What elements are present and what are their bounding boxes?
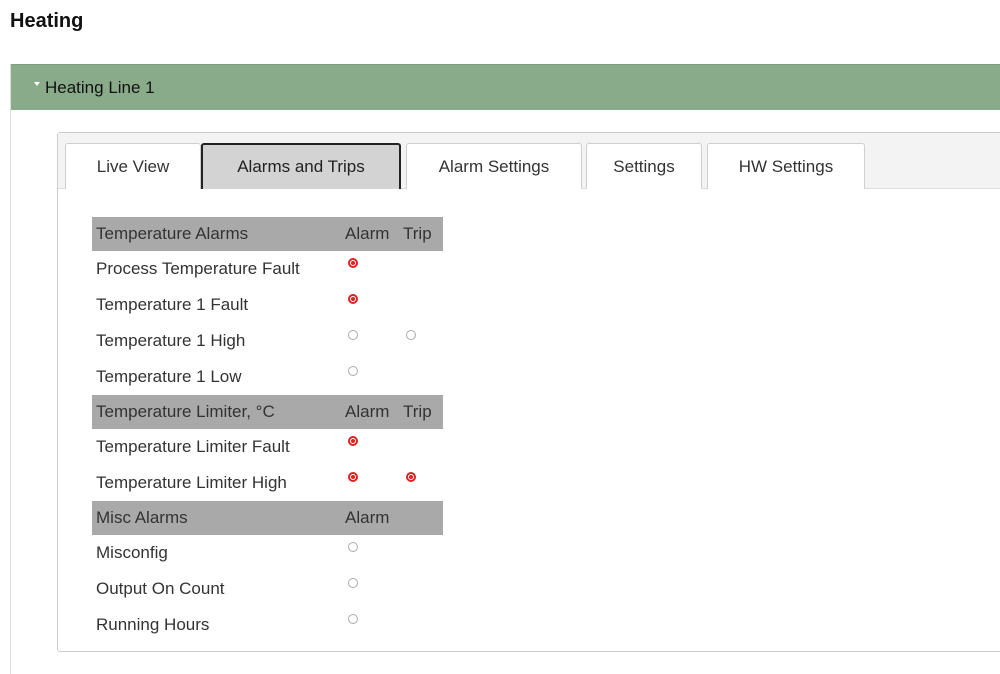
alarm-indicator[interactable] [348, 542, 358, 552]
section-header: Temperature Limiter, °C Alarm Trip [92, 395, 443, 429]
alarm-label: Temperature 1 Fault [96, 295, 249, 314]
trip-cell [401, 607, 443, 643]
trip-cell [401, 429, 443, 465]
alarm-indicator[interactable] [348, 578, 358, 588]
section-header: Temperature Alarms Alarm Trip [92, 217, 443, 251]
tab-live-view[interactable]: Live View [65, 143, 201, 189]
trip-column-header: Trip [401, 395, 443, 429]
alarm-label: Temperature 1 High [96, 331, 246, 350]
alarm-cell [343, 465, 401, 501]
alarm-cell [343, 571, 401, 607]
trip-cell [401, 323, 443, 359]
trip-cell [401, 465, 443, 501]
heating-line-panel: Heating Line 1 Live View Alarms and Trip… [10, 64, 1000, 674]
alarms-table: Temperature Alarms Alarm Trip Process Tempe… [92, 217, 443, 643]
panel-header-toggle[interactable]: Heating Line 1 [11, 64, 1000, 110]
alarm-cell [343, 323, 401, 359]
trip-indicator[interactable] [406, 472, 416, 482]
alarm-label: Temperature Limiter Fault [96, 437, 290, 456]
alarm-row: Temperature 1 High [92, 323, 443, 359]
alarm-column-header: Alarm [343, 217, 401, 251]
alarm-cell [343, 251, 401, 287]
alarm-indicator[interactable] [348, 366, 358, 376]
trip-cell [401, 571, 443, 607]
trip-indicator[interactable] [406, 330, 416, 340]
alarm-row: Temperature Limiter High [92, 465, 443, 501]
alarm-indicator[interactable] [348, 258, 358, 268]
alarm-column-header: Alarm [343, 395, 401, 429]
alarm-cell [343, 429, 401, 465]
tab-alarm-settings[interactable]: Alarm Settings [406, 143, 582, 189]
alarm-row: Process Temperature Fault [92, 251, 443, 287]
trip-cell [401, 535, 443, 571]
trip-cell [401, 251, 443, 287]
alarm-row: Temperature 1 Fault [92, 287, 443, 323]
alarm-row: Output On Count [92, 571, 443, 607]
alarm-label: Output On Count [96, 579, 225, 598]
section-title: Temperature Limiter, °C [92, 395, 343, 429]
section-title: Temperature Alarms [92, 217, 343, 251]
alarm-column-header: Alarm [343, 501, 401, 535]
alarm-label: Running Hours [96, 615, 210, 634]
trip-cell [401, 287, 443, 323]
alarm-indicator[interactable] [348, 472, 358, 482]
alarm-indicator[interactable] [348, 330, 358, 340]
page-title: Heating [10, 10, 84, 32]
alarm-row: Temperature 1 Low [92, 359, 443, 395]
alarm-indicator[interactable] [348, 294, 358, 304]
trip-column-header [401, 501, 443, 535]
alarm-label: Misconfig [96, 543, 168, 562]
caret-down-icon [34, 81, 40, 86]
alarm-cell [343, 607, 401, 643]
trip-column-header: Trip [401, 217, 443, 251]
tab-settings[interactable]: Settings [586, 143, 702, 189]
alarm-indicator[interactable] [348, 614, 358, 624]
alarm-row: Temperature Limiter Fault [92, 429, 443, 465]
alarm-label: Temperature 1 Low [96, 367, 242, 386]
alarm-cell [343, 535, 401, 571]
panel-title: Heating Line 1 [45, 77, 155, 97]
section-header: Misc Alarms Alarm [92, 501, 443, 535]
section-title: Misc Alarms [92, 501, 343, 535]
alarm-indicator[interactable] [348, 436, 358, 446]
alarm-cell [343, 359, 401, 395]
alarm-label: Process Temperature Fault [96, 259, 300, 278]
alarm-cell [343, 287, 401, 323]
tab-container: Live View Alarms and Trips Alarm Setting… [57, 132, 1000, 652]
alarm-row: Running Hours [92, 607, 443, 643]
tab-hw-settings[interactable]: HW Settings [707, 143, 865, 189]
tab-alarms-and-trips[interactable]: Alarms and Trips [201, 143, 401, 189]
alarm-row: Misconfig [92, 535, 443, 571]
trip-cell [401, 359, 443, 395]
tab-strip: Live View Alarms and Trips Alarm Setting… [58, 133, 1000, 189]
alarm-label: Temperature Limiter High [96, 473, 287, 492]
